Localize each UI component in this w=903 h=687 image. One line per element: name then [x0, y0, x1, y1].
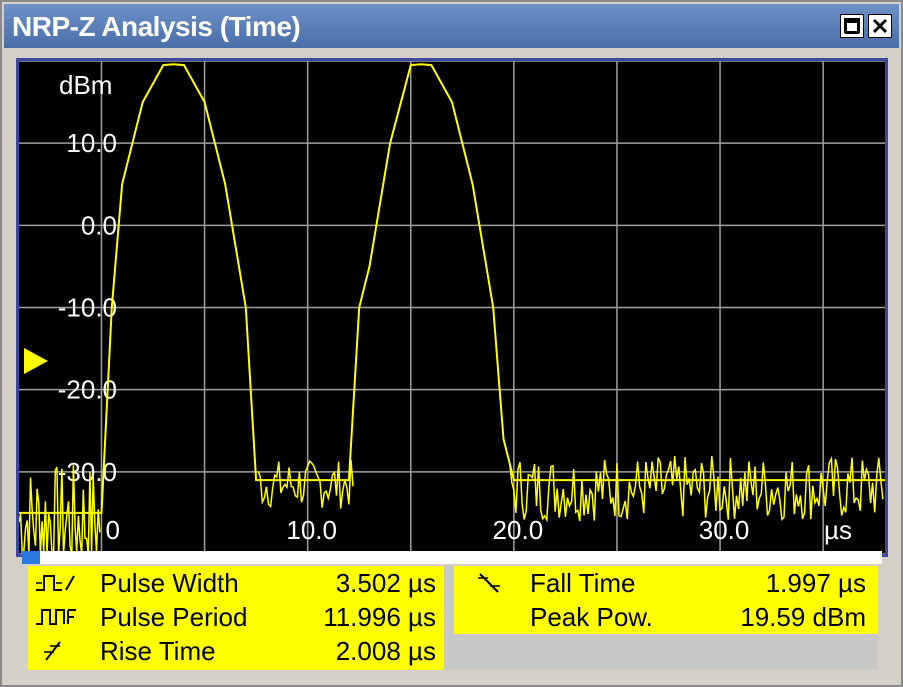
- time-scroll-track[interactable]: [22, 551, 882, 564]
- rise-time-icon: [44, 641, 61, 661]
- y-tick-label: 10.0: [66, 128, 117, 158]
- title-bar[interactable]: NRP-Z Analysis (Time): [4, 4, 899, 48]
- y-tick-label: 0.0: [81, 210, 117, 240]
- close-icon: [872, 18, 888, 34]
- rise-time-label: Rise Time: [100, 636, 216, 666]
- time-trace-plot: dBm 10.0 0.0 -10.0 -20.0 -30.0 0 10.0 20.0 30.0…: [16, 58, 888, 557]
- result-peak-power: Peak Pow. 19.59 dBm: [454, 600, 878, 634]
- rise-time-value: 2.008 µs: [335, 636, 436, 666]
- pulse-period-icon: [36, 609, 76, 625]
- peak-power-label: Peak Pow.: [530, 602, 653, 632]
- maximize-button[interactable]: [840, 14, 864, 38]
- close-button[interactable]: [868, 14, 892, 38]
- window-title: NRP-Z Analysis (Time): [12, 11, 301, 42]
- peak-power-value: 19.59 dBm: [740, 602, 866, 632]
- reference-level-marker[interactable]: [24, 348, 48, 374]
- pulse-width-value: 3.502 µs: [335, 568, 436, 598]
- power-trace: [19, 63, 885, 514]
- x-unit-label: µs: [824, 515, 852, 545]
- pulse-width-icon: [36, 575, 75, 591]
- maximize-icon: [844, 18, 860, 33]
- pulse-period-label: Pulse Period: [100, 602, 248, 632]
- fall-time-icon: [478, 573, 500, 593]
- plot-canvas: dBm 10.00.0-10.0-20.0-30.0 0 10.0 20.0 30.0…: [19, 61, 885, 554]
- pulse-width-label: Pulse Width: [100, 568, 239, 598]
- result-pulse-period: Pulse Period 11.996 µs: [28, 600, 444, 634]
- result-pulse-width: Pulse Width 3.502 µs: [28, 566, 444, 600]
- noise-segment: [508, 455, 884, 523]
- y-unit-label: dBm: [59, 70, 112, 100]
- fall-time-label: Fall Time: [530, 568, 636, 598]
- pulse-period-value: 11.996 µs: [323, 602, 436, 632]
- x-tick-label: 30.0: [699, 515, 750, 545]
- results-panel-left: Pulse Width 3.502 µs Pulse Period 11.996…: [28, 566, 444, 670]
- results-panel-right: Fall Time 1.997 µs Peak Pow. 19.59 dBm: [454, 566, 878, 634]
- x-tick-label: 20.0: [493, 515, 544, 545]
- triangle-marker-icon: [24, 348, 48, 374]
- fall-time-value: 1.997 µs: [765, 568, 866, 598]
- noise-floor-trace: [19, 455, 884, 554]
- result-fall-time: Fall Time 1.997 µs: [454, 566, 878, 600]
- result-rise-time: Rise Time 2.008 µs: [28, 634, 444, 668]
- nrpz-analysis-window: NRP-Z Analysis (Time) dBm 10.0 0.0 -10.0 -2…: [0, 0, 903, 687]
- x-tick-label: 0: [105, 515, 119, 545]
- y-tick-label: -10.0: [58, 293, 117, 323]
- x-tick-label: 10.0: [286, 515, 337, 545]
- y-tick-label: -30.0: [58, 457, 117, 487]
- time-scroll-thumb[interactable]: [22, 551, 40, 564]
- noise-segment: [257, 459, 354, 509]
